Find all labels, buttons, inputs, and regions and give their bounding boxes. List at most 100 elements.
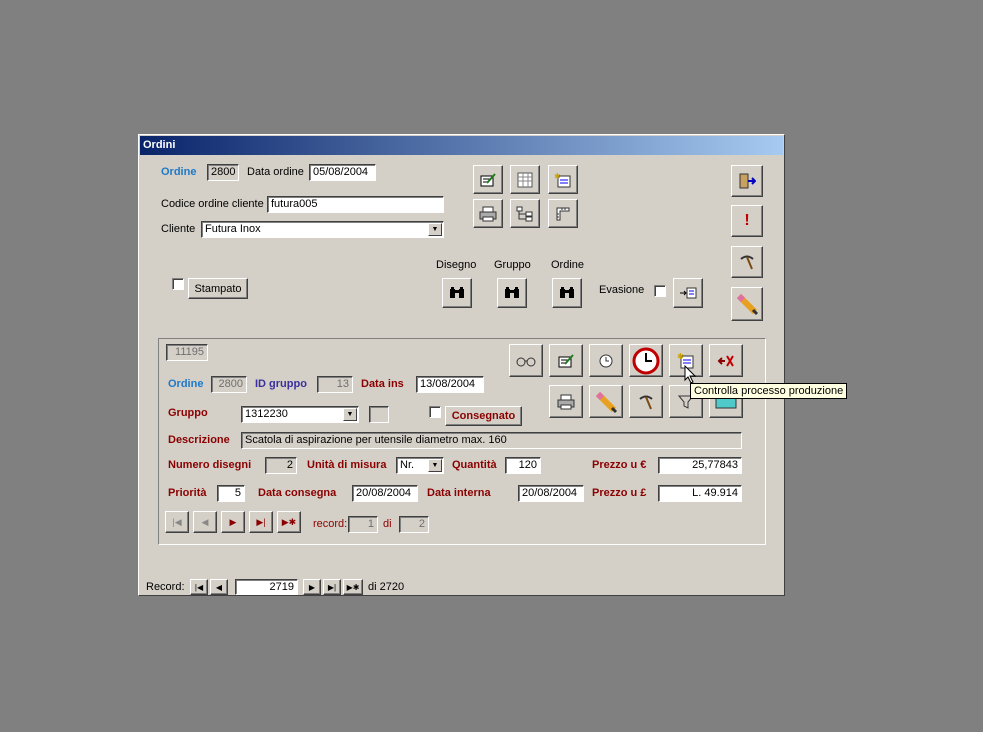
last-record-icon: ▶| (256, 516, 266, 527)
gruppo-combo[interactable]: 1312230 ▼ (241, 406, 359, 423)
prev-record-button[interactable]: ◀ (210, 579, 228, 595)
pencil-button[interactable] (731, 287, 763, 321)
pencil-icon (736, 293, 759, 316)
tree-button[interactable] (510, 199, 540, 228)
svg-text:✱: ✱ (554, 172, 561, 181)
unita-value: Nr. (400, 459, 415, 471)
sub-prev-button[interactable]: ◀ (193, 511, 217, 533)
exit-button[interactable] (731, 165, 763, 197)
edit-button[interactable] (473, 165, 503, 194)
prezzo-lire-label: Prezzo u £ (592, 487, 647, 499)
footer-record-label: Record: (146, 581, 185, 593)
consegnato-checkbox[interactable] (429, 406, 441, 418)
print-button[interactable] (473, 199, 503, 228)
pickaxe-icon (740, 255, 754, 270)
descrizione-field: Scatola di aspirazione per utensile diam… (241, 432, 742, 449)
first-record-icon: |◀ (194, 582, 204, 592)
delete-record-icon (717, 354, 734, 367)
cliente-combo[interactable]: Futura Inox ▼ (201, 221, 444, 238)
new-record-button[interactable]: ✱ (548, 165, 578, 194)
sub-di-label: di (383, 518, 392, 530)
schedule-button[interactable] (629, 344, 663, 377)
data-ins-label: Data ins (361, 378, 404, 390)
unita-label: Unità di misura (307, 459, 387, 471)
binoculars-icon (560, 287, 574, 298)
arrow-to-list-icon (680, 287, 697, 299)
new-record-icon: ▶✱ (346, 582, 360, 592)
sub-next-button[interactable]: ▶ (221, 511, 245, 533)
ruler-icon (556, 207, 570, 220)
search-disegno-button[interactable] (442, 278, 472, 308)
last-record-button[interactable]: ▶| (323, 579, 341, 595)
data-ins-field[interactable]: 13/08/2004 (416, 376, 484, 393)
gruppo-search-label: Gruppo (494, 259, 531, 271)
clock-icon (599, 354, 613, 367)
new-record-icon: ▶✱ (281, 516, 297, 527)
detail-edit-button[interactable] (549, 344, 583, 377)
printer-icon (479, 206, 497, 221)
unita-combo[interactable]: Nr. ▼ (396, 457, 444, 474)
footer-total-label: di 2720 (368, 581, 405, 593)
binoculars-icon (450, 287, 464, 298)
prezzo-euro-field[interactable]: 25,77843 (658, 457, 742, 474)
numero-disegni-field: 2 (265, 457, 297, 474)
descrizione-label: Descrizione (168, 434, 230, 446)
evasione-label: Evasione (599, 284, 645, 296)
gruppo-value: 1312230 (245, 408, 288, 420)
data-consegna-field[interactable]: 20/08/2004 (352, 485, 418, 502)
disegno-label: Disegno (436, 259, 477, 271)
chevron-down-icon[interactable]: ▼ (428, 459, 442, 472)
gruppo-color-box (369, 406, 389, 423)
first-record-icon: |◀ (172, 516, 182, 527)
footer-record-field[interactable]: 2719 (235, 579, 298, 595)
sub-new-button[interactable]: ▶✱ (277, 511, 301, 533)
detail-pencil-button[interactable] (589, 385, 623, 418)
stampato-button[interactable]: Stampato (188, 278, 248, 299)
pickaxe-icon (639, 395, 653, 409)
sub-total-field: 2 (399, 516, 429, 533)
tools-button[interactable] (731, 246, 763, 278)
edit-icon (480, 172, 496, 186)
alarm-clock-icon (632, 347, 660, 374)
data-consegna-label: Data consegna (258, 487, 337, 499)
consegnato-button[interactable]: Consegnato (445, 406, 522, 426)
detail-print-button[interactable] (549, 385, 583, 418)
sub-first-button[interactable]: |◀ (165, 511, 189, 533)
chevron-down-icon[interactable]: ▼ (343, 408, 357, 421)
evasione-checkbox[interactable] (654, 285, 666, 297)
data-interna-label: Data interna (427, 487, 491, 499)
prezzo-lire-field[interactable]: L. 49.914 (658, 485, 742, 502)
sub-record-field: 1 (348, 516, 378, 533)
tooltip: Controlla processo produzione (690, 383, 848, 399)
evasione-button[interactable] (673, 278, 703, 308)
search-ordine-button[interactable] (552, 278, 582, 308)
next-record-button[interactable]: ▶ (303, 579, 321, 595)
first-record-button[interactable]: |◀ (190, 579, 208, 595)
priorita-field[interactable]: 5 (217, 485, 245, 502)
delete-button[interactable] (709, 344, 743, 377)
quantita-label: Quantità (452, 459, 497, 471)
ruler-button[interactable] (548, 199, 578, 228)
codice-field[interactable]: futura005 (267, 196, 444, 213)
stampato-checkbox[interactable] (172, 278, 184, 290)
codice-label: Codice ordine cliente (161, 198, 264, 210)
id-gruppo-label: ID gruppo (255, 378, 307, 390)
search-gruppo-button[interactable] (497, 278, 527, 308)
ordine-label: Ordine (161, 166, 197, 178)
next-record-icon: ▶ (229, 516, 237, 527)
alert-button[interactable]: ! (731, 205, 763, 237)
detail-tools-button[interactable] (629, 385, 663, 418)
data-ordine-field[interactable]: 05/08/2004 (309, 164, 376, 181)
quantita-field[interactable]: 120 (505, 457, 541, 474)
id-gruppo-field: 13 (317, 376, 353, 393)
data-interna-field[interactable]: 20/08/2004 (518, 485, 584, 502)
chevron-down-icon[interactable]: ▼ (428, 223, 442, 236)
table-button[interactable] (510, 165, 540, 194)
sub-last-button[interactable]: ▶| (249, 511, 273, 533)
new-record-icon: ✱ (554, 172, 571, 187)
timer-button[interactable] (589, 344, 623, 377)
table-icon (517, 172, 533, 187)
view-button[interactable] (509, 344, 543, 377)
new-record-nav-button[interactable]: ▶✱ (343, 579, 363, 595)
prezzo-euro-label: Prezzo u € (592, 459, 647, 471)
